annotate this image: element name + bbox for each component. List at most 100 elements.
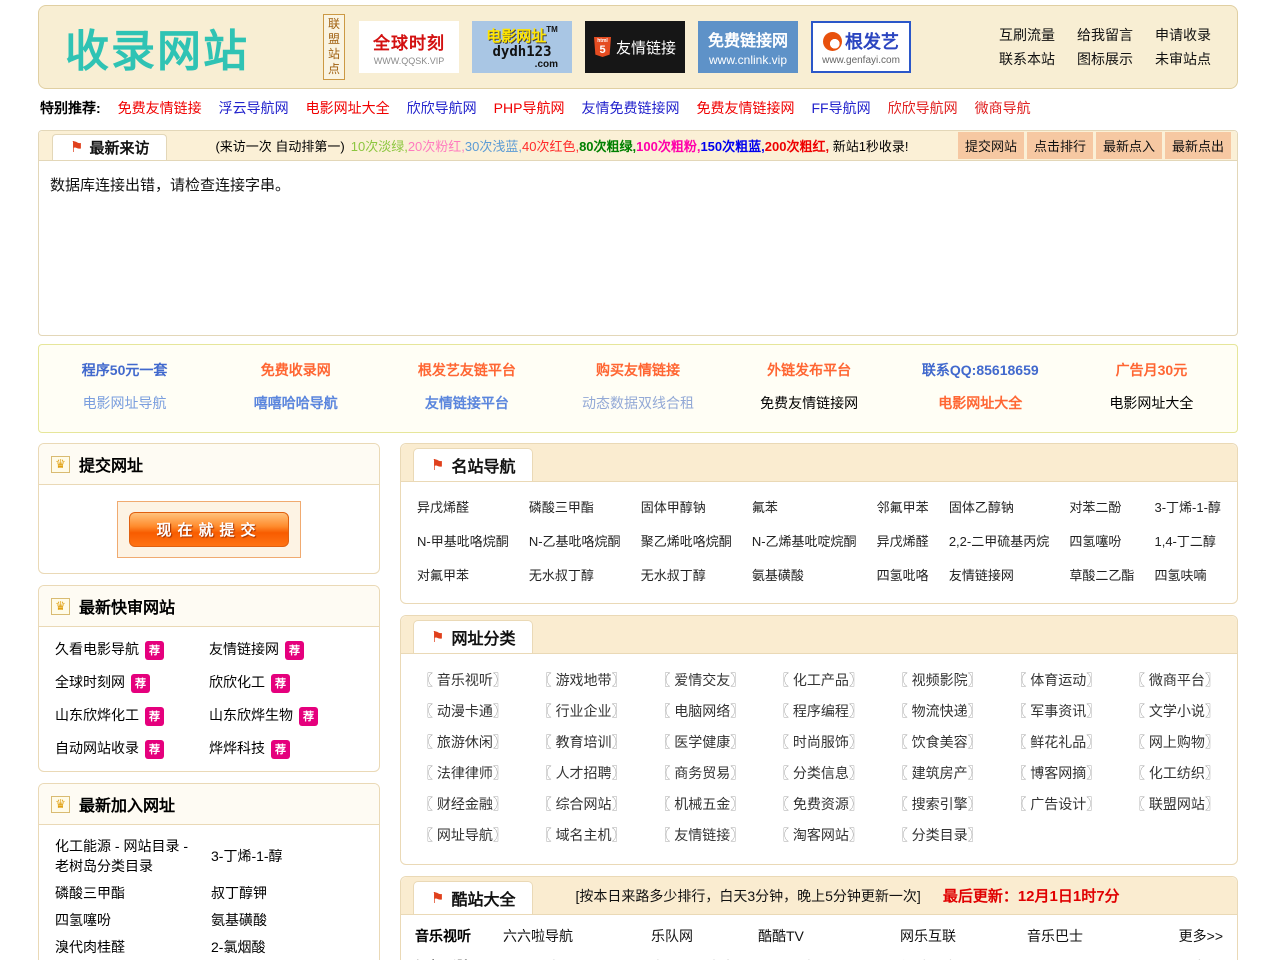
famous-nav-link[interactable]: 固体甲醇钠 [641,491,732,525]
submit-now-button[interactable]: 现在就提交 [129,512,289,547]
recommend-link[interactable]: 微商导航 [975,98,1031,118]
category-link[interactable]: 〖 军事资讯〗 [1012,696,1100,727]
famous-nav-link[interactable]: 对苯二酚 [1069,491,1134,525]
category-link[interactable]: 〖 行业企业〗 [538,696,626,727]
famous-nav-link[interactable]: 氨基磺酸 [752,559,857,593]
category-link[interactable]: 〖 法律律师〗 [419,758,507,789]
category-link[interactable]: 〖 体育运动〗 [1012,665,1100,696]
category-link[interactable]: 〖 机械五金〗 [656,789,744,820]
cool-site-link[interactable]: 猪猪影院 [758,952,900,960]
cool-site-link[interactable]: 猪猪影院 [503,952,651,960]
category-link[interactable]: 〖 饮食美容〗 [894,727,982,758]
famous-nav-link[interactable]: 无水叔丁醇 [529,559,621,593]
promo-link[interactable]: 友情链接平台 [381,387,552,420]
promo-link[interactable]: 电影网址大全 [895,387,1066,420]
cool-site-link[interactable]: 六六啦导航 [503,921,651,952]
category-link[interactable]: 〖 域名主机〗 [538,820,626,851]
famous-nav-link[interactable]: 对氟甲苯 [417,559,509,593]
fast-review-link[interactable]: 山东欣烨化工 [55,707,139,723]
header-link[interactable]: 图标展示 [1077,49,1133,69]
fast-review-link[interactable]: 烨烨科技 [209,740,265,756]
promo-link[interactable]: 免费友情链接网 [724,387,895,420]
famous-nav-link[interactable]: 四氢呋喃 [1154,559,1220,593]
famous-nav-link[interactable]: 聚乙烯吡咯烷酮 [641,525,732,559]
famous-nav-link[interactable]: 邻氟甲苯 [877,491,929,525]
category-link[interactable]: 〖 电脑网络〗 [656,696,744,727]
category-link[interactable]: 〖 博客网摘〗 [1012,758,1100,789]
famous-nav-link[interactable]: 四氢吡咯 [877,559,929,593]
latest-added-link[interactable]: 四氢噻吩 [55,910,201,930]
recommend-link[interactable]: 欣欣导航网 [888,98,958,118]
famous-nav-link[interactable]: 固体乙醇钠 [949,491,1049,525]
category-link[interactable]: 〖 化工产品〗 [775,665,863,696]
cool-site-link[interactable]: 优酷56电影网 [900,952,1027,960]
category-link[interactable]: 〖 微商平台〗 [1131,665,1219,696]
category-link[interactable]: 〖 分类目录〗 [894,820,982,851]
promo-link[interactable]: 外链发布平台 [724,354,895,387]
promo-link[interactable]: 购买友情链接 [552,354,723,387]
famous-nav-link[interactable]: 无水叔丁醇 [641,559,732,593]
category-link[interactable]: 〖 免费资源〗 [775,789,863,820]
famous-nav-link[interactable]: 草酸二乙酯 [1069,559,1134,593]
famous-nav-link[interactable]: 磷酸三甲酯 [529,491,621,525]
cool-site-link[interactable]: 电影网址大全 [651,952,758,960]
fast-review-link[interactable]: 久看电影导航 [55,641,139,657]
famous-nav-link[interactable]: 1,4-丁二醇 [1154,525,1220,559]
categories-tab[interactable]: ⚑ 网址分类 [413,620,533,653]
header-link[interactable]: 互刷流量 [999,25,1055,45]
category-link[interactable]: 〖 广告设计〗 [1012,789,1100,820]
famous-nav-link[interactable]: 异戊烯醛 [417,491,509,525]
cool-site-link[interactable]: 酷酷TV [758,921,900,952]
category-link[interactable]: 〖 时尚服饰〗 [775,727,863,758]
banner-dydh123[interactable]: 电影网址TM dydh123 .com [472,21,572,73]
visitor-button[interactable]: 最新点入 [1096,132,1162,159]
category-link[interactable]: 〖 物流快递〗 [894,696,982,727]
cool-more-link[interactable]: 更多>> [1167,921,1223,952]
header-link[interactable]: 未审站点 [1155,49,1211,69]
cool-site-link[interactable]: VIPKU [1027,952,1167,960]
famous-nav-link[interactable]: 友情链接网 [949,559,1049,593]
header-link[interactable]: 给我留言 [1077,25,1133,45]
category-link[interactable]: 〖 综合网站〗 [538,789,626,820]
category-link[interactable]: 〖 财经金融〗 [419,789,507,820]
famous-nav-tab[interactable]: ⚑ 名站导航 [413,448,533,481]
visitor-button[interactable]: 点击排行 [1027,132,1093,159]
category-link[interactable]: 〖 程序编程〗 [775,696,863,727]
category-link[interactable]: 〖 人才招聘〗 [538,758,626,789]
fast-review-link[interactable]: 自动网站收录 [55,740,139,756]
recommend-link[interactable]: 免费友情链接网 [696,98,794,118]
recommend-link[interactable]: 免费友情链接 [118,98,202,118]
latest-visitors-tab[interactable]: ⚑ 最新来访 [52,134,167,160]
category-link[interactable]: 〖 友情链接〗 [656,820,744,851]
recommend-link[interactable]: 电影网址大全 [306,98,390,118]
famous-nav-link[interactable]: 异戊烯醛 [877,525,929,559]
header-link[interactable]: 联系本站 [999,49,1055,69]
promo-link[interactable]: 嘻嘻哈哈导航 [210,387,381,420]
category-link[interactable]: 〖 网址导航〗 [419,820,507,851]
category-link[interactable]: 〖 建筑房产〗 [894,758,982,789]
promo-link[interactable]: 广告月30元 [1066,354,1237,387]
promo-link[interactable]: 电影网址大全 [1066,387,1237,420]
banner-genfayi[interactable]: 根发艺 www.genfayi.com [811,21,911,73]
banner-youqinglianjie[interactable]: html 5 友情链接 [585,21,685,73]
recommend-link[interactable]: 欣欣导航网 [407,98,477,118]
visitor-button[interactable]: 提交网站 [958,132,1024,159]
latest-added-link[interactable]: 溴代肉桂醛 [55,937,201,957]
category-link[interactable]: 〖 搜索引擎〗 [894,789,982,820]
latest-added-link[interactable]: 氨基磺酸 [211,910,363,930]
cool-sites-tab[interactable]: ⚑ 酷站大全 [413,881,533,914]
famous-nav-link[interactable]: 四氢噻吩 [1069,525,1134,559]
promo-link[interactable]: 电影网址导航 [39,387,210,420]
cool-site-link[interactable]: 音乐巴士 [1027,921,1167,952]
category-link[interactable]: 〖 文学小说〗 [1131,696,1219,727]
category-link[interactable]: 〖 化工纺织〗 [1131,758,1219,789]
category-link[interactable]: 〖 商务贸易〗 [656,758,744,789]
famous-nav-link[interactable]: N-乙基吡咯烷酮 [529,525,621,559]
category-link[interactable]: 〖 联盟网站〗 [1131,789,1219,820]
category-link[interactable]: 〖 音乐视听〗 [419,665,507,696]
fast-review-link[interactable]: 全球时刻网 [55,674,125,690]
promo-link[interactable]: 免费收录网 [210,354,381,387]
cool-site-link[interactable]: 网乐互联 [900,921,1027,952]
fast-review-link[interactable]: 山东欣烨生物 [209,707,293,723]
promo-link[interactable]: 联系QQ:85618659 [895,354,1066,387]
